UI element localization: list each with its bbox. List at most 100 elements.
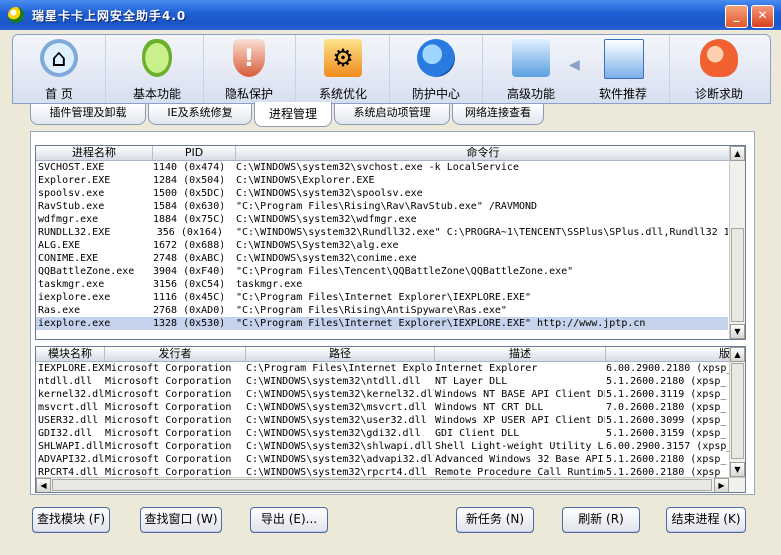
command-line-cell: C:\WINDOWS\system32\wdfmgr.exe [236, 214, 417, 225]
module-list-hscrollbar[interactable]: ◀ ▶ [36, 477, 745, 492]
column-header-path[interactable]: 路径 [246, 347, 435, 361]
heart-hand-icon [700, 39, 738, 77]
process-name-cell: RUNDLL32.EXE [38, 227, 111, 238]
process-list[interactable]: 进程名称 PID 命令行 SVCHOST.EXE 1140 (0x474) C:\W… [35, 145, 746, 340]
path-cell: C:\WINDOWS\system32\ntdll.dll [246, 376, 421, 387]
toolbar-item-advanced[interactable]: 高级功能 [485, 35, 577, 103]
end-process-button[interactable]: 结束进程 (K) [666, 507, 746, 533]
shield-icon: ! [233, 39, 265, 77]
pid-cell: 2748 (0xABC) [153, 253, 223, 264]
version-cell: 5.1.2600.3159 (xpsp_ [606, 428, 727, 439]
table-row[interactable]: spoolsv.exe 1500 (0x5DC) C:\WINDOWS\system… [36, 187, 728, 200]
tab-network-connections[interactable]: 网络连接查看 [452, 104, 544, 125]
toolbar-item-optimize[interactable]: ⚙ 系统优化 [297, 35, 390, 103]
scroll-up-icon[interactable]: ▲ [730, 146, 745, 161]
tab-startup-manage[interactable]: 系统启动项管理 [334, 104, 450, 125]
column-header-version[interactable]: 版 [606, 347, 730, 361]
description-cell: Advanced Windows 32 Base API [435, 454, 604, 465]
column-header-process-name[interactable]: 进程名称 [36, 146, 153, 160]
tab-ie-repair[interactable]: IE及系统修复 [148, 104, 252, 125]
table-row[interactable]: IEXPLORE.EXE Microsoft Corporation C:\Prog… [36, 362, 730, 375]
process-name-cell: CONIME.EXE [38, 253, 99, 264]
table-row[interactable]: SHLWAPI.dll Microsoft Corporation C:\WINDO… [36, 440, 730, 453]
table-row[interactable]: GDI32.dll Microsoft Corporation C:\WINDOWS… [36, 427, 730, 440]
pid-cell: 2768 (0xAD0) [153, 305, 223, 316]
description-cell: Internet Explorer [435, 363, 538, 374]
minimize-button[interactable]: _ [725, 5, 748, 28]
new-task-button[interactable]: 新任务 (N) [456, 507, 534, 533]
close-button[interactable]: ✕ [751, 5, 774, 28]
refresh-button[interactable]: 刷新 (R) [562, 507, 640, 533]
table-row[interactable]: USER32.dll Microsoft Corporation C:\WINDOW… [36, 414, 730, 427]
table-row[interactable]: taskmgr.exe 3156 (0xC54) taskmgr.exe [36, 278, 728, 291]
title-bar[interactable]: 瑞星卡卡上网安全助手4.0 _ ✕ [0, 0, 781, 30]
description-cell: GDI Client DLL [435, 428, 520, 439]
toolbar-item-home[interactable]: ⌂ 首 页 [13, 35, 106, 103]
tab-plugin-manage[interactable]: 插件管理及卸载 [30, 104, 146, 125]
hscroll-thumb[interactable] [52, 479, 712, 491]
module-list-scrollbar[interactable]: ▲ ▼ [729, 347, 745, 477]
tab-process-manage[interactable]: 进程管理 [254, 102, 332, 127]
toolbar-label: 隐私保护 [224, 87, 273, 101]
description-cell: Shell Light-weight Utility Library [435, 441, 605, 452]
pid-cell: 356 (0x164) [156, 227, 223, 238]
toolbar-item-privacy[interactable]: ! 隐私保护 [203, 35, 296, 103]
table-row[interactable]: RUNDLL32.EXE 356 (0x164) "C:\WINDOWS\syste… [36, 226, 728, 239]
table-row[interactable]: iexplore.exe 1328 (0x530) "C:\Program File… [36, 317, 728, 330]
scroll-right-icon[interactable]: ▶ [714, 478, 729, 492]
module-name-cell: msvcrt.dll [38, 402, 99, 413]
process-name-cell: iexplore.exe [38, 292, 111, 303]
column-header-module-name[interactable]: 模块名称 [36, 347, 105, 361]
scroll-down-icon[interactable]: ▼ [730, 462, 745, 477]
scroll-thumb[interactable] [731, 363, 744, 459]
find-window-button[interactable]: 查找窗口 (W) [140, 507, 222, 533]
table-row[interactable]: iexplore.exe 1116 (0x45C) "C:\Program File… [36, 291, 728, 304]
module-name-cell: IEXPLORE.EXE [38, 363, 104, 374]
scroll-up-icon[interactable]: ▲ [730, 347, 745, 362]
path-cell: C:\WINDOWS\system32\gdi32.dll [246, 428, 421, 439]
table-row[interactable]: ALG.EXE 1672 (0x688) C:\WINDOWS\System32\a… [36, 239, 728, 252]
toolbar-item-basic[interactable]: 基本功能 [111, 35, 204, 103]
toolbar-label: 软件推荐 [598, 87, 647, 101]
column-header-pid[interactable]: PID [153, 146, 236, 160]
content-panel: 进程名称 PID 命令行 SVCHOST.EXE 1140 (0x474) C:\W… [30, 131, 755, 495]
table-row[interactable]: Ras.exe 2768 (0xAD0) "C:\Program Files\Ris… [36, 304, 728, 317]
export-button[interactable]: 导出 (E)... [250, 507, 328, 533]
process-name-cell: QQBattleZone.exe [38, 266, 135, 277]
module-list[interactable]: 模块名称 发行者 路径 描述 版 IEXPLORE.EXE Microsoft C… [35, 346, 746, 493]
globe-icon [417, 39, 455, 77]
path-cell: C:\WINDOWS\system32\msvcrt.dll [246, 402, 427, 413]
table-row[interactable]: CONIME.EXE 2748 (0xABC) C:\WINDOWS\system3… [36, 252, 728, 265]
mouse-icon [142, 39, 172, 77]
process-name-cell: SVCHOST.EXE [38, 162, 105, 173]
cubes-icon [512, 39, 550, 77]
table-row[interactable]: SVCHOST.EXE 1140 (0x474) C:\WINDOWS\system… [36, 161, 728, 174]
scroll-thumb[interactable] [731, 228, 744, 322]
command-line-cell: "C:\Program Files\Internet Explorer\IEXP… [236, 292, 532, 303]
toolbar-item-protection[interactable]: 防护中心 [390, 35, 483, 103]
toolbar-item-help[interactable]: 诊断求助 [673, 35, 765, 103]
column-header-description[interactable]: 描述 [435, 347, 606, 361]
process-list-header: 进程名称 PID 命令行 [36, 146, 730, 161]
command-line-cell: "C:\WINDOWS\system32\Rundll32.exe" C:\PR… [236, 227, 728, 238]
table-row[interactable]: ADVAPI32.dll Microsoft Corporation C:\WIND… [36, 453, 730, 466]
column-header-publisher[interactable]: 发行者 [105, 347, 246, 361]
version-cell: 5.1.2600.2180 (xpsp_ [606, 376, 727, 387]
toolbar-label: 系统优化 [318, 87, 367, 101]
table-row[interactable]: ntdll.dll Microsoft Corporation C:\WINDOWS… [36, 375, 730, 388]
table-row[interactable]: kernel32.dll Microsoft Corporation C:\WIND… [36, 388, 730, 401]
table-row[interactable]: wdfmgr.exe 1884 (0x75C) C:\WINDOWS\system3… [36, 213, 728, 226]
table-row[interactable]: QQBattleZone.exe 3904 (0xF40) "C:\Program … [36, 265, 728, 278]
find-module-button[interactable]: 查找模块 (F) [32, 507, 110, 533]
table-row[interactable]: msvcrt.dll Microsoft Corporation C:\WINDOW… [36, 401, 730, 414]
command-line-cell: "C:\Program Files\Rising\AntiSpyware\Ras… [236, 305, 507, 316]
publisher-cell: Microsoft Corporation [105, 389, 232, 400]
process-name-cell: taskmgr.exe [38, 279, 105, 290]
scroll-down-icon[interactable]: ▼ [730, 324, 745, 339]
table-row[interactable]: Explorer.EXE 1284 (0x504) C:\WINDOWS\Explo… [36, 174, 728, 187]
table-row[interactable]: RavStub.exe 1584 (0x630) "C:\Program Files… [36, 200, 728, 213]
process-list-scrollbar[interactable]: ▲ ▼ [729, 146, 745, 339]
scroll-left-icon[interactable]: ◀ [36, 478, 51, 492]
toolbar-item-software[interactable]: 软件推荐 [577, 35, 670, 103]
column-header-command-line[interactable]: 命令行 [236, 146, 730, 160]
